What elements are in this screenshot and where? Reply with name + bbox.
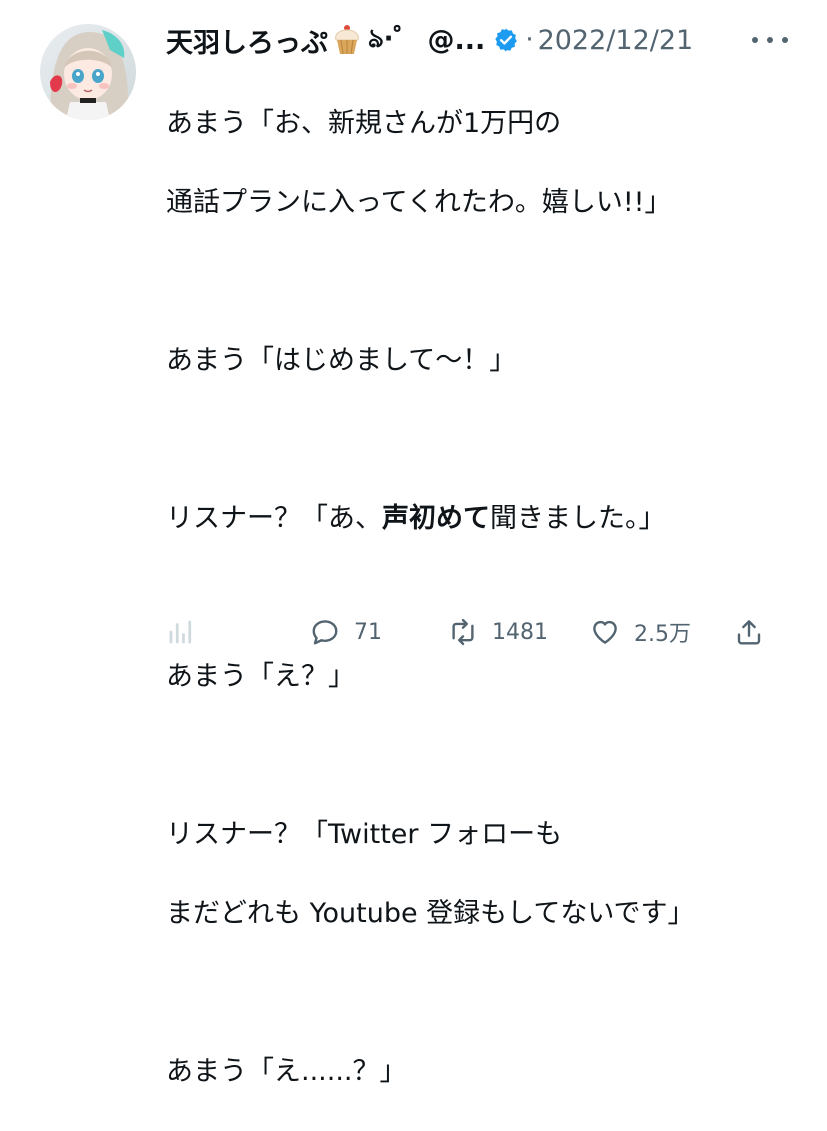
like-button[interactable]: 2.5万 — [590, 610, 691, 654]
tweet-header: 天羽しろっぷ ঌ·゜ @... · 2022/12/21 — [166, 20, 827, 60]
tweet-text-segment: リスナー？「あ、 — [166, 502, 382, 534]
tweet-line: 通話プランに入ってくれたわ。嬉しい!!」 — [166, 186, 672, 218]
tweet-line: あまう「え......？」 — [166, 1055, 407, 1087]
tweet-line: リスナー？「あ、声初めて聞きました。」 — [166, 499, 806, 539]
cupcake-emoji-icon — [332, 24, 362, 56]
tweet-line: まだどれも Youtube 登録もしてないです」 — [166, 897, 695, 929]
more-options-icon[interactable] — [752, 28, 788, 52]
reply-icon — [312, 620, 338, 645]
more-dot — [767, 37, 773, 43]
analytics-icon — [169, 620, 192, 644]
tweet-text: あまう「お、新規さんが1万円の 通話プランに入ってくれたわ。嬉しい!!」 あまう… — [166, 64, 806, 1131]
avatar[interactable] — [40, 24, 136, 120]
reply-count: 71 — [354, 619, 382, 645]
tweet-date[interactable]: 2022/12/21 — [538, 25, 694, 56]
share-button[interactable] — [734, 610, 764, 654]
more-dot — [782, 37, 788, 43]
share-icon — [737, 620, 761, 645]
retweet-icon — [452, 618, 474, 646]
retweet-count: 1481 — [492, 619, 548, 645]
tweet-actions: 71 1481 2.5万 — [166, 610, 806, 654]
name-suffix: ঌ·゜ — [368, 24, 420, 54]
tweet-line: あまう「はじめまして〜！」 — [166, 344, 517, 376]
more-dot — [752, 37, 758, 43]
like-count: 2.5万 — [634, 622, 691, 647]
reply-button[interactable]: 71 — [310, 610, 382, 654]
tweet-line: あまう「え？」 — [166, 660, 355, 692]
avatar-image — [40, 24, 136, 120]
retweet-button[interactable]: 1481 — [448, 610, 548, 654]
verified-badge-icon — [493, 27, 519, 53]
heart-icon — [593, 620, 617, 644]
bold-text-segment: 声初めて — [382, 502, 490, 534]
display-name[interactable]: 天羽しろっぷ — [166, 21, 328, 60]
analytics-button[interactable] — [166, 610, 196, 654]
handle[interactable]: @... — [428, 25, 486, 56]
tweet-line: リスナー？「Twitter フォローも — [166, 818, 563, 850]
tweet-line: あまう「お、新規さんが1万円の — [166, 107, 562, 139]
tweet-text-segment: 聞きました。」 — [490, 502, 666, 534]
separator-dot: · — [525, 25, 534, 55]
